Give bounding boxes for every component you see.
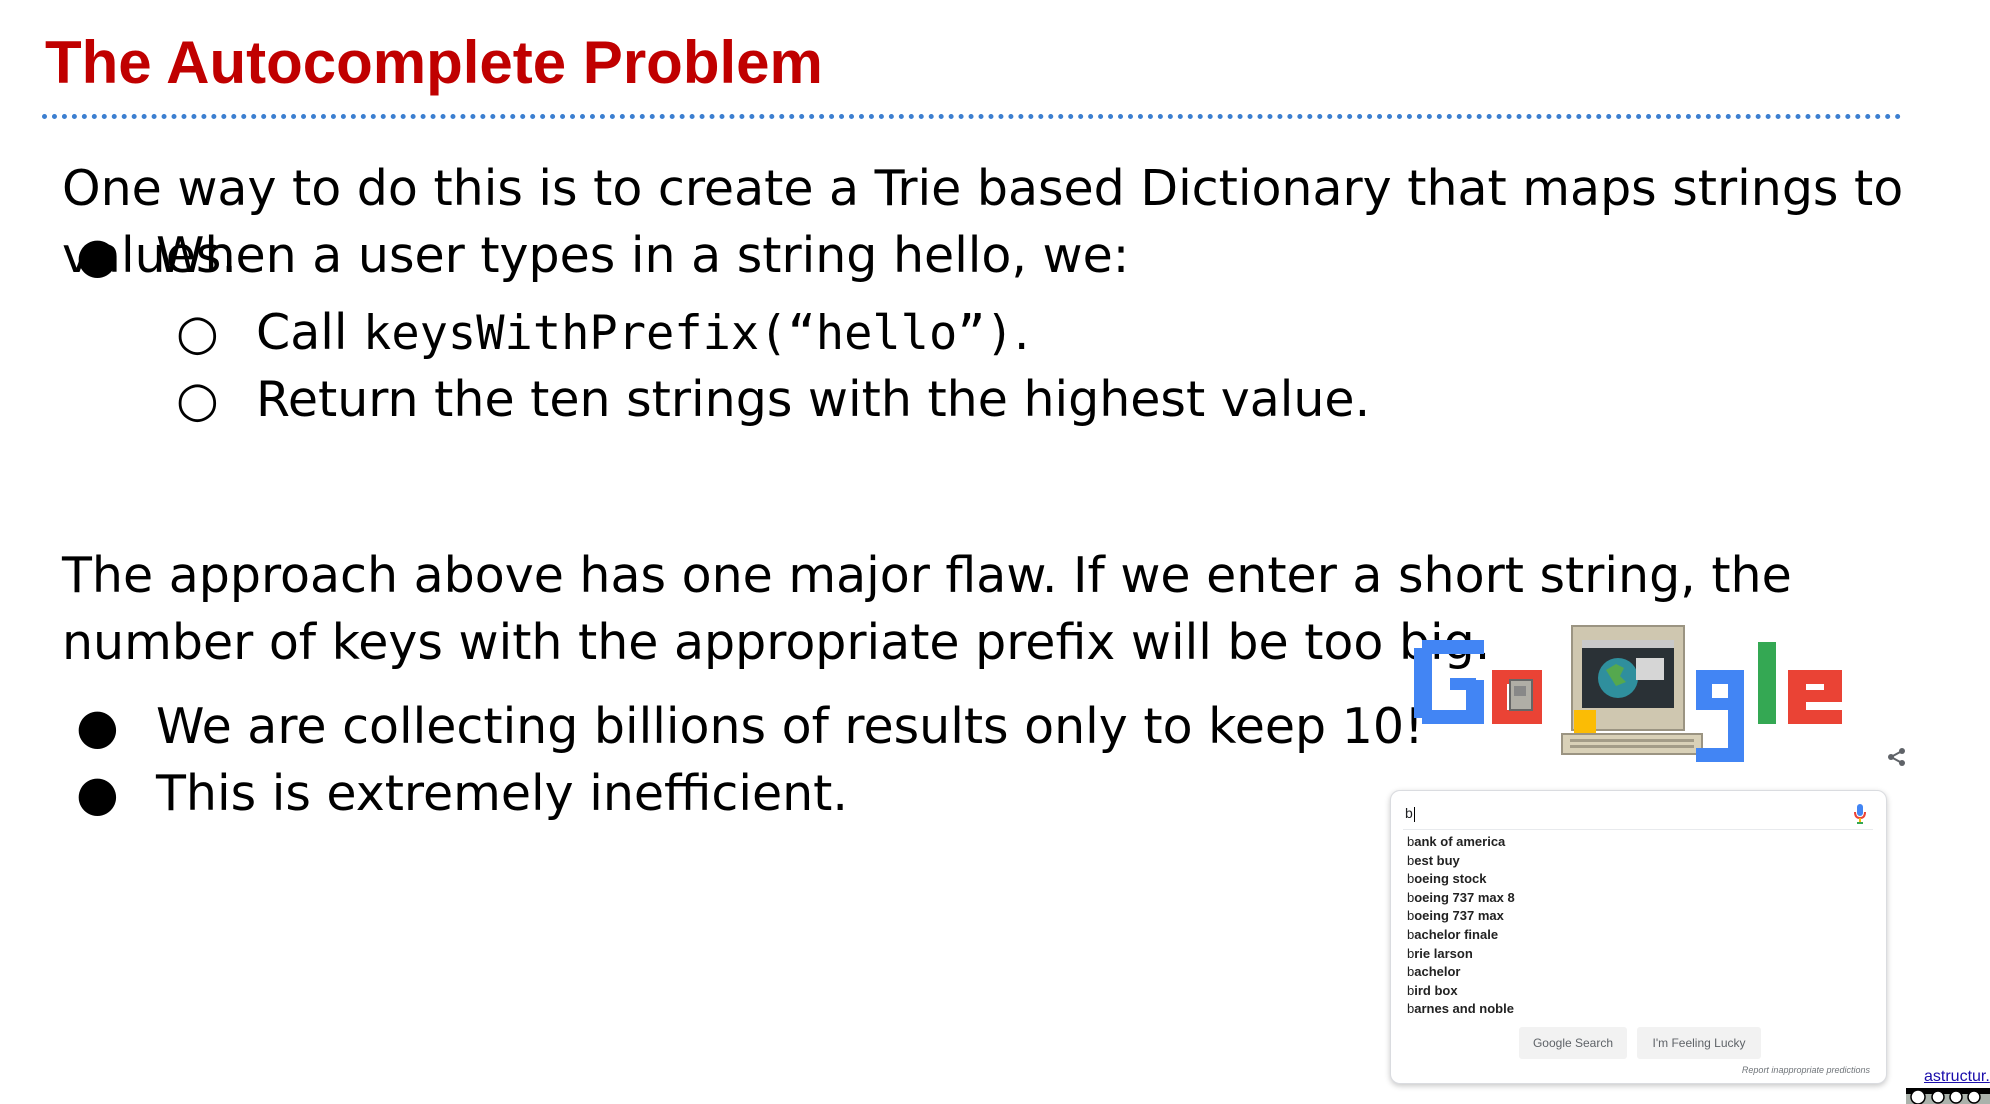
search-divider	[1403, 829, 1873, 830]
course-link[interactable]: astructur.	[1924, 1068, 1990, 1086]
doodle-letter-o1	[1492, 670, 1542, 724]
suggestion-list: bank of america best buy boeing stock boein…	[1407, 833, 1515, 1019]
sub-bullet-icon: ○	[176, 371, 219, 428]
google-search-button[interactable]: Google Search	[1519, 1027, 1627, 1059]
suggestion-item[interactable]: boeing 737 max	[1407, 907, 1515, 926]
text-caret	[1413, 806, 1415, 822]
suggestion-item[interactable]: barnes and noble	[1407, 1000, 1515, 1019]
suggestion-completion: rie larson	[1414, 945, 1473, 961]
bullet-icon: ●	[76, 765, 119, 822]
suggestion-item[interactable]: bachelor	[1407, 963, 1515, 982]
suggestion-completion: oeing 737 max	[1414, 908, 1504, 924]
suggestion-completion: ird box	[1414, 982, 1458, 998]
suggestion-completion: arnes and noble	[1414, 1001, 1514, 1017]
code-keys-with-prefix: keysWithPrefix(“hello”)	[363, 306, 1014, 361]
suggestion-item[interactable]: boeing 737 max 8	[1407, 889, 1515, 908]
search-autocomplete-box: b bank of america best buy boeing stock boe…	[1390, 790, 1887, 1084]
slide: The Autocomplete Problem One way to do t…	[0, 0, 1990, 1104]
google-doodle[interactable]	[1410, 618, 1850, 768]
suggestion-completion: oeing 737 max 8	[1414, 889, 1515, 905]
search-input[interactable]: b	[1405, 799, 1825, 827]
suggestion-completion: achelor finale	[1414, 926, 1499, 942]
suggestion-completion: est buy	[1414, 852, 1460, 868]
mic-icon[interactable]	[1853, 803, 1867, 825]
doodle-letter-l	[1758, 642, 1776, 724]
report-predictions-link[interactable]: Report inappropriate predictions	[1742, 1065, 1870, 1075]
call-suffix: .	[1013, 304, 1030, 361]
sub-bullet-text: Call keysWithPrefix(“hello”).	[256, 299, 1029, 367]
cc-license-icon	[1906, 1088, 1990, 1104]
doodle-letter-g2	[1696, 670, 1744, 762]
sub-bullet-text: Return the ten strings with the highest …	[256, 371, 1371, 428]
suggestion-item[interactable]: bachelor finale	[1407, 926, 1515, 945]
suggestion-completion: achelor	[1414, 964, 1461, 980]
bullet-icon: ●	[76, 227, 119, 284]
bullet-text: When a user types in a string hello, we:	[156, 227, 1130, 284]
slide-title: The Autocomplete Problem	[45, 29, 823, 96]
suggestion-completion: oeing stock	[1414, 871, 1487, 887]
title-divider	[42, 114, 1902, 119]
search-query: b	[1405, 805, 1413, 821]
suggestion-item[interactable]: bank of america	[1407, 833, 1515, 852]
suggestion-completion: ank of america	[1414, 834, 1506, 849]
bullet-text: We are collecting billions of results on…	[156, 698, 1424, 755]
feeling-lucky-button[interactable]: I'm Feeling Lucky	[1637, 1027, 1761, 1059]
doodle-letter-e	[1788, 670, 1842, 724]
bullet-text: This is extremely inefficient.	[156, 765, 848, 822]
share-icon[interactable]	[1886, 746, 1908, 768]
suggestion-item[interactable]: brie larson	[1407, 945, 1515, 964]
bullet-icon: ●	[76, 698, 119, 755]
doodle-computer	[1561, 625, 1703, 755]
call-prefix: Call	[256, 304, 364, 361]
sub-bullet-icon: ○	[176, 304, 219, 361]
doodle-letter-g	[1414, 640, 1484, 724]
suggestion-item[interactable]: boeing stock	[1407, 870, 1515, 889]
suggestion-item[interactable]: best buy	[1407, 852, 1515, 871]
suggestion-item[interactable]: bird box	[1407, 982, 1515, 1001]
